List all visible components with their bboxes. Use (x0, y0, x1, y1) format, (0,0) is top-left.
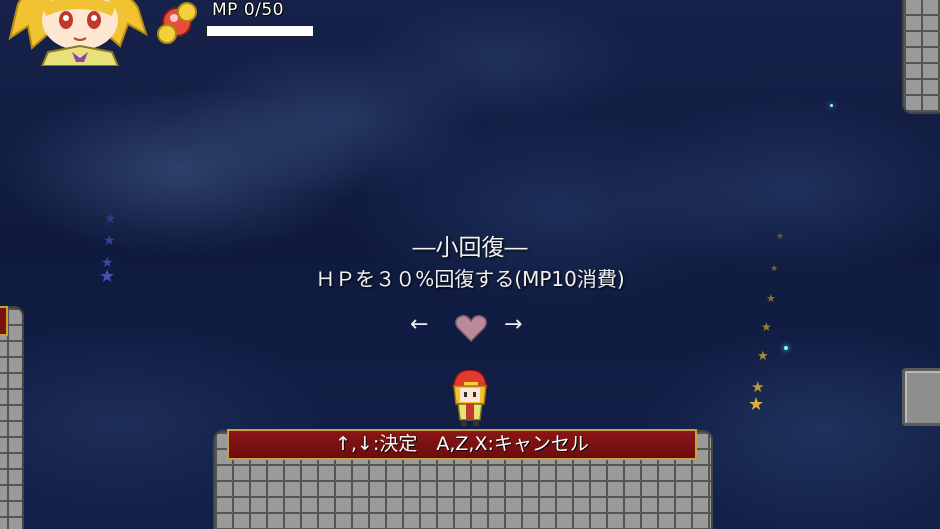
star-icon: ★ (751, 378, 765, 396)
bomb-item-icon (157, 2, 197, 44)
star-icon: ★ (757, 349, 769, 364)
star-icon: ★ (761, 320, 772, 334)
game-scene: ★ ★ ★ ★ ★ ★ ★ ★ ★ ★ ★ MP 0/50 ―小回復― ＨＰを３… (0, 0, 940, 529)
control-hint-banner: ↑,↓:決定 A,Z,X:キャンセル (227, 429, 697, 460)
previous-skill-arrow[interactable]: ← (410, 312, 428, 337)
mp-label: MP 0/50 (212, 0, 284, 20)
player-character (450, 370, 490, 426)
star-icon: ★ (104, 211, 117, 227)
next-skill-arrow[interactable]: → (504, 312, 522, 337)
skill-title: ―小回復― (412, 235, 528, 261)
tower-ledge-trim (0, 306, 8, 336)
mp-bar (206, 25, 314, 37)
stone-tower-left (0, 306, 24, 529)
heart-icon (455, 314, 487, 342)
star-icon: ★ (766, 292, 776, 305)
stone-tower-top-right (902, 0, 940, 114)
character-portrait (8, 0, 148, 66)
stone-block (902, 368, 940, 426)
sparkle (830, 104, 833, 107)
star-icon: ★ (748, 394, 765, 415)
sparkle (784, 346, 788, 350)
skill-description: ＨＰを３０%回復する(MP10消費) (315, 267, 625, 291)
